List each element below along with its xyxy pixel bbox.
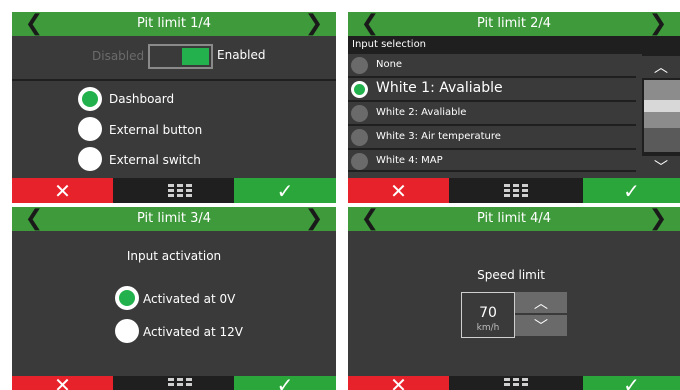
grid-menu-icon [168,183,192,198]
panel4-title: Pit limit 4/4 [476,211,552,226]
chevron-down-icon: ﹀ [654,160,668,176]
close-x-icon: ✕ [390,178,407,203]
panel1-header: ❮ Pit limit 1/4 ❯ [12,12,336,36]
radio-white-3 [351,129,368,146]
radio-activated-0v[interactable] [115,286,139,310]
panel4-footer: ✕ ✓ [348,372,680,390]
panel-pit-limit-2: ❮ Pit limit 2/4 ❯ Input selection None W… [348,12,680,203]
chevron-left-icon[interactable]: ❮ [358,12,382,36]
input-selection-subheader: Input selection [348,36,680,54]
confirm-button[interactable]: ✓ [234,372,336,390]
speed-limit-unit: km/h [476,323,500,333]
close-x-icon: ✕ [54,372,71,390]
panel4-header: ❮ Pit limit 4/4 ❯ [348,207,680,231]
list-item-white-4[interactable]: White 4: MAP [348,150,636,172]
confirm-button[interactable]: ✓ [234,178,336,203]
radio-white-4 [351,153,368,170]
cancel-button[interactable]: ✕ [12,178,113,203]
menu-button[interactable] [113,178,247,203]
enable-toggle[interactable] [148,44,213,69]
chevron-right-icon[interactable]: ❯ [646,207,670,231]
radio-external-button[interactable] [78,117,102,141]
cancel-button[interactable]: ✕ [12,372,113,390]
close-x-icon: ✕ [390,372,407,390]
grid-menu-icon [168,377,192,390]
chevron-right-icon[interactable]: ❯ [302,207,326,231]
input-activation-heading: Input activation [126,249,222,263]
toggle-knob [182,48,209,65]
radio-label-external-button: External button [109,123,203,137]
menu-button[interactable] [113,376,247,390]
chevron-right-icon[interactable]: ❯ [302,12,326,36]
menu-button[interactable] [449,376,583,390]
chevron-down-icon: ﹀ [534,318,548,335]
confirm-button[interactable]: ✓ [583,372,680,390]
increment-button[interactable]: ︿ [515,292,567,313]
list-item-none[interactable]: None [348,54,636,78]
radio-label-dashboard: Dashboard [109,92,175,106]
radio-external-switch[interactable] [78,147,102,171]
chevron-left-icon[interactable]: ❮ [22,12,46,36]
panel3-header: ❮ Pit limit 3/4 ❯ [12,207,336,231]
chevron-up-icon: ︿ [534,295,548,312]
panel1-footer: ✕ ✓ [12,178,336,203]
radio-activated-12v[interactable] [115,319,139,343]
panel2-footer: ✕ ✓ [348,178,680,203]
cancel-button[interactable]: ✕ [348,372,449,390]
grid-menu-icon [504,377,528,390]
list-scrollbar: ︿ ﹀ [642,54,680,178]
radio-label-activated-12v: Activated at 12V [143,325,243,339]
panel-pit-limit-4: ❮ Pit limit 4/4 ❯ Speed limit 70 km/h ︿ … [348,207,680,390]
radio-white-2 [351,105,368,122]
divider [12,79,336,81]
radio-dashboard[interactable] [78,87,102,111]
list-item-label: White 3: Air temperature [376,131,501,142]
menu-button[interactable] [449,178,583,203]
radio-white-1 [351,81,368,98]
list-item-white-3[interactable]: White 3: Air temperature [348,126,636,150]
disabled-label: Disabled [92,49,145,63]
radio-none [351,57,368,74]
checkmark-icon: ✓ [623,178,640,203]
scroll-up-button[interactable]: ︿ [642,56,680,78]
checkmark-icon: ✓ [276,178,294,203]
cancel-button[interactable]: ✕ [348,178,449,203]
enable-toggle-row: Disabled Enabled [12,36,336,79]
panel2-header: ❮ Pit limit 2/4 ❯ [348,12,680,36]
radio-label-activated-0v: Activated at 0V [143,292,236,306]
panel3-footer: ✕ ✓ [12,372,336,390]
confirm-button[interactable]: ✓ [583,178,680,203]
chevron-up-icon: ︿ [654,60,668,76]
scroll-down-button[interactable]: ﹀ [642,156,680,178]
checkmark-icon: ✓ [623,372,640,390]
speed-limit-label: Speed limit [477,268,545,282]
list-item-label: None [376,59,403,70]
panel2-title: Pit limit 2/4 [476,16,552,31]
speed-limit-value-box[interactable]: 70 km/h [461,292,515,338]
list-item-label: White 4: MAP [376,155,443,166]
scroll-thumb[interactable] [644,80,680,128]
panel1-title: Pit limit 1/4 [136,16,212,31]
panel-pit-limit-1: ❮ Pit limit 1/4 ❯ Disabled Enabled Dashb… [12,12,336,203]
scroll-track[interactable] [644,80,680,152]
chevron-right-icon[interactable]: ❯ [646,12,670,36]
chevron-left-icon[interactable]: ❮ [358,207,382,231]
panel-pit-limit-3: ❮ Pit limit 3/4 ❯ Input activation Activ… [12,207,336,390]
speed-limit-value: 70 [479,305,497,321]
radio-label-external-switch: External switch [109,153,201,167]
panel3-title: Pit limit 3/4 [136,211,212,226]
list-item-label: White 1: Avaliable [376,80,503,96]
chevron-left-icon[interactable]: ❮ [22,207,46,231]
enabled-label: Enabled [217,48,266,62]
close-x-icon: ✕ [54,178,71,203]
list-item-white-2[interactable]: White 2: Avaliable [348,102,636,126]
grid-menu-icon [504,183,528,198]
decrement-button[interactable]: ﹀ [515,315,567,336]
checkmark-icon: ✓ [276,372,294,390]
scroll-thumb-grip [644,100,680,112]
list-item-white-1[interactable]: White 1: Avaliable [348,78,636,102]
list-item-label: White 2: Avaliable [376,107,467,118]
